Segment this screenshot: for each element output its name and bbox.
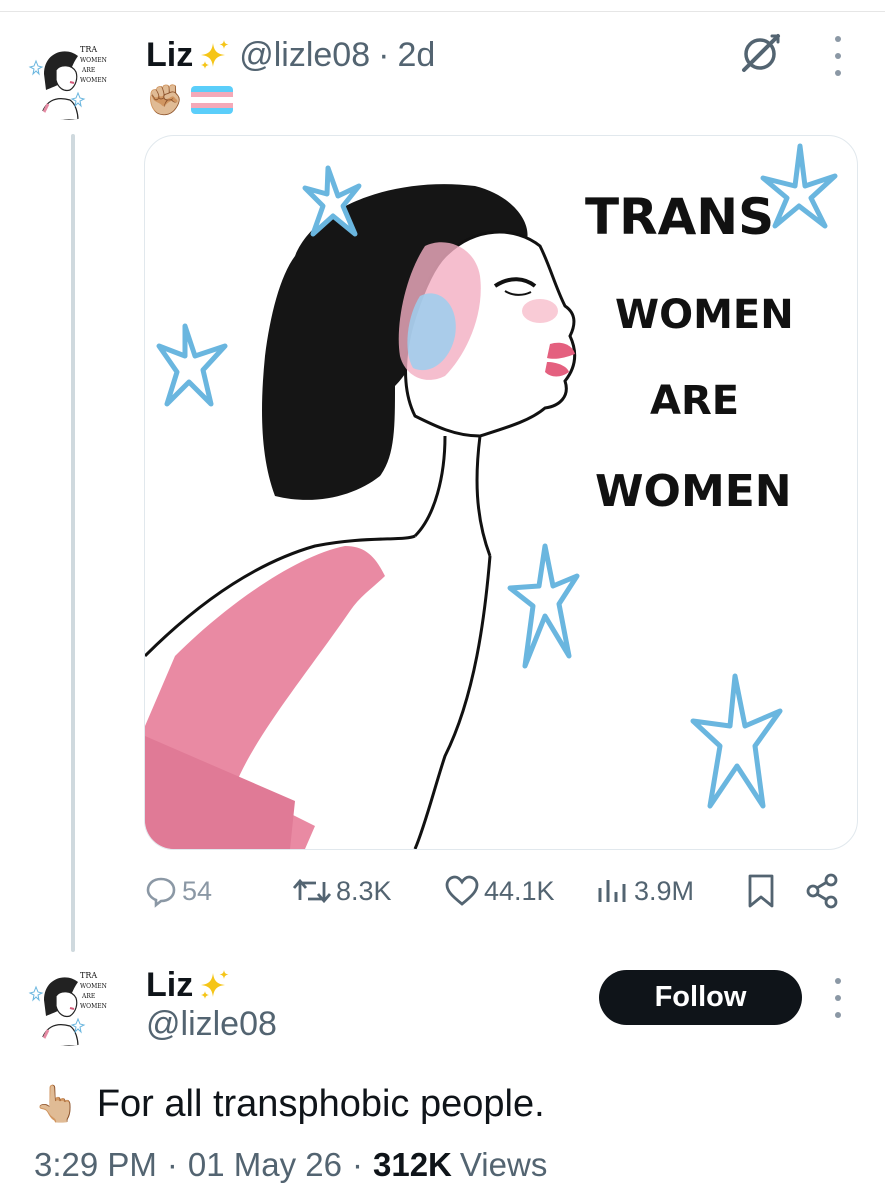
views-button[interactable]: 3.9M xyxy=(594,866,694,916)
svg-text:WOMEN: WOMEN xyxy=(80,983,107,990)
svg-text:TRA: TRA xyxy=(80,45,97,54)
avatar-illustration: TRA WOMEN ARE WOMEN xyxy=(26,960,112,1046)
sparkles-icon xyxy=(201,970,229,999)
tweet-text: For all transphobic people. xyxy=(96,1082,545,1125)
separator-dot: · xyxy=(378,35,390,74)
trans-women-illustration: TRANS WOMEN ARE WOMEN xyxy=(145,143,838,849)
tweet-action-bar: 54 8.3K 44.1K 3.9M xyxy=(144,866,844,916)
display-name[interactable]: Liz xyxy=(146,966,193,1005)
main-author-name: Liz xyxy=(146,962,239,1008)
tweet-image[interactable]: TRANS WOMEN ARE WOMEN xyxy=(144,135,858,850)
handle[interactable]: @lizle08 xyxy=(146,1005,277,1044)
svg-text:WOMEN: WOMEN xyxy=(80,57,107,64)
timestamp[interactable]: 2d xyxy=(397,36,435,75)
image-text-women-1: WOMEN xyxy=(615,292,794,338)
image-text-trans: TRANS xyxy=(585,188,774,246)
image-text-are: ARE xyxy=(650,378,739,424)
avatar-illustration: TRA WOMEN ARE WOMEN xyxy=(26,34,112,120)
comment-icon xyxy=(146,877,176,908)
reply-button[interactable]: 54 xyxy=(144,866,212,916)
views-count: 3.9M xyxy=(634,875,695,906)
separator-dot: · xyxy=(352,1146,363,1183)
svg-text:WOMEN: WOMEN xyxy=(80,1003,107,1010)
repost-count: 8.3K xyxy=(336,875,392,906)
top-divider xyxy=(0,11,885,12)
tweet-date[interactable]: 01 May 26 xyxy=(188,1146,342,1184)
views-total[interactable]: 312K xyxy=(373,1146,452,1184)
sparkles-icon xyxy=(201,40,229,69)
thread-connector-line xyxy=(71,134,75,952)
tweet-body: 👆🏼 For all transphobic people. xyxy=(34,1076,545,1132)
like-button[interactable]: 44.1K xyxy=(444,866,555,916)
heart-icon xyxy=(445,875,479,906)
image-text-women-2: WOMEN xyxy=(595,466,792,517)
display-name[interactable]: Liz xyxy=(146,36,193,75)
more-options-icon[interactable] xyxy=(831,978,845,1018)
avatar[interactable]: TRA WOMEN ARE WOMEN xyxy=(26,960,112,1046)
grok-icon[interactable] xyxy=(738,30,784,76)
follow-button[interactable]: Follow xyxy=(599,970,802,1025)
pointing-up-emoji: 👆🏼 xyxy=(34,1083,79,1124)
tweet-metadata: 3:29 PM · 01 May 26 · 312K Views xyxy=(34,1142,547,1188)
svg-text:TRA: TRA xyxy=(80,971,97,980)
repost-icon xyxy=(292,878,332,904)
handle[interactable]: @lizle08 xyxy=(239,36,370,75)
tweet-emojis: ✊🏼 xyxy=(146,80,235,120)
avatar[interactable]: TRA WOMEN ARE WOMEN xyxy=(26,34,112,120)
repost-button[interactable]: 8.3K xyxy=(292,866,392,916)
tweet-time[interactable]: 3:29 PM xyxy=(34,1146,157,1184)
share-icon[interactable] xyxy=(804,872,840,910)
svg-text:ARE: ARE xyxy=(81,993,95,1000)
bookmark-icon[interactable] xyxy=(744,872,778,910)
views-label: Views xyxy=(459,1146,548,1183)
separator-dot: · xyxy=(166,1146,178,1183)
svg-text:WOMEN: WOMEN xyxy=(80,77,107,84)
reply-tweet-header: Liz @lizle08 · 2d xyxy=(146,30,435,80)
svg-text:ARE: ARE xyxy=(81,67,95,74)
more-options-icon[interactable] xyxy=(831,36,845,76)
reply-count: 54 xyxy=(182,875,213,906)
transgender-flag-emoji xyxy=(191,86,234,114)
analytics-icon xyxy=(598,880,626,902)
like-count: 44.1K xyxy=(484,875,555,906)
raised-fist-emoji: ✊🏼 xyxy=(146,83,184,117)
